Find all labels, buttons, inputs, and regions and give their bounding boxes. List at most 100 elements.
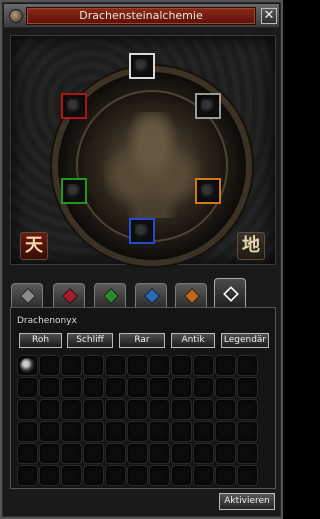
inventory-slot[interactable] — [105, 377, 126, 398]
orange-socket[interactable] — [195, 178, 221, 204]
inventory-slot[interactable] — [237, 443, 258, 464]
close-button[interactable]: ✕ — [261, 8, 277, 24]
inventory-slot[interactable] — [83, 399, 104, 420]
inventory-slot[interactable] — [237, 377, 258, 398]
inventory-slot[interactable] — [237, 399, 258, 420]
inventory-slot[interactable] — [215, 421, 236, 442]
inventory-slot[interactable] — [83, 465, 104, 486]
inventory-slot[interactable] — [171, 421, 192, 442]
inventory-slot[interactable] — [149, 355, 170, 376]
inventory-slot[interactable] — [105, 421, 126, 442]
grade-button-antik[interactable]: Antik — [171, 333, 215, 348]
inventory-slot[interactable] — [193, 443, 214, 464]
earth-seal-icon[interactable]: 地 — [237, 232, 265, 260]
inventory-slot[interactable] — [237, 355, 258, 376]
ruby-gem-icon — [62, 288, 78, 304]
inventory-slot[interactable] — [61, 377, 82, 398]
inventory-slot[interactable] — [193, 465, 214, 486]
inventory-slot[interactable] — [237, 421, 258, 442]
inventory-slot[interactable] — [193, 399, 214, 420]
inventory-slot[interactable] — [39, 465, 60, 486]
inventory-slot[interactable] — [215, 377, 236, 398]
tab-onyx[interactable] — [214, 278, 246, 308]
grade-button-legendaer[interactable]: Legendär — [221, 333, 269, 348]
grade-button-schliff[interactable]: Schliff — [67, 333, 113, 348]
window-title: Drachensteinalchemie — [26, 7, 256, 25]
inventory-slot[interactable] — [127, 399, 148, 420]
inventory-slot[interactable] — [39, 399, 60, 420]
inventory-slot[interactable] — [17, 421, 38, 442]
inventory-slot[interactable] — [171, 465, 192, 486]
title-bar[interactable]: Drachensteinalchemie ✕ — [4, 4, 279, 28]
tab-jade[interactable] — [94, 283, 126, 307]
inventory-slot[interactable] — [39, 355, 60, 376]
activate-button[interactable]: Aktivieren — [219, 493, 275, 510]
inventory-slot[interactable] — [83, 421, 104, 442]
tab-ruby[interactable] — [53, 283, 85, 307]
tab-diamond[interactable] — [11, 283, 43, 307]
inventory-slot[interactable] — [149, 399, 170, 420]
green-socket[interactable] — [61, 178, 87, 204]
inventory-slot[interactable] — [61, 421, 82, 442]
dragon-relief-icon — [104, 112, 200, 218]
garnet-gem-icon — [184, 288, 200, 304]
inventory-slot[interactable] — [215, 465, 236, 486]
inventory-slot[interactable] — [105, 399, 126, 420]
white-socket[interactable] — [129, 53, 155, 79]
inventory-slot[interactable] — [17, 377, 38, 398]
dragon-stone-alchemy-window: Drachensteinalchemie ✕ 天 地 Drachenonyx R… — [0, 0, 283, 519]
sky-seal-icon[interactable]: 天 — [20, 232, 48, 260]
onyx-gem-icon — [223, 286, 239, 302]
inventory-slot[interactable] — [215, 399, 236, 420]
inventory-slot[interactable] — [39, 421, 60, 442]
inventory-slot[interactable] — [105, 355, 126, 376]
grade-button-roh[interactable]: Roh — [19, 333, 62, 348]
inventory-slot[interactable] — [17, 443, 38, 464]
inventory-grid — [17, 355, 258, 486]
inventory-slot[interactable] — [61, 465, 82, 486]
inventory-slot[interactable] — [39, 443, 60, 464]
inventory-slot[interactable] — [149, 443, 170, 464]
black-socket[interactable] — [195, 93, 221, 119]
inventory-slot[interactable] — [171, 377, 192, 398]
inventory-slot[interactable] — [127, 443, 148, 464]
inventory-slot[interactable] — [215, 443, 236, 464]
inventory-slot[interactable] — [193, 421, 214, 442]
inventory-slot[interactable] — [149, 465, 170, 486]
inventory-slot[interactable] — [17, 355, 38, 376]
inventory-slot[interactable] — [83, 377, 104, 398]
tab-sapphire[interactable] — [135, 283, 167, 307]
inventory-slot[interactable] — [171, 443, 192, 464]
diamond-gem-icon — [20, 288, 36, 304]
inventory-slot[interactable] — [17, 399, 38, 420]
inventory-slot[interactable] — [171, 399, 192, 420]
window-emblem-icon — [9, 9, 23, 23]
inventory-slot[interactable] — [237, 465, 258, 486]
jade-gem-icon — [103, 288, 119, 304]
inventory-slot[interactable] — [61, 355, 82, 376]
inventory-slot[interactable] — [17, 465, 38, 486]
grade-button-rar[interactable]: Rar — [119, 333, 165, 348]
inventory-slot[interactable] — [193, 377, 214, 398]
inventory-slot[interactable] — [105, 443, 126, 464]
inventory-slot[interactable] — [171, 355, 192, 376]
panel-subtitle: Drachenonyx — [17, 316, 77, 326]
tab-garnet[interactable] — [175, 283, 207, 307]
red-socket[interactable] — [61, 93, 87, 119]
inventory-slot[interactable] — [61, 399, 82, 420]
onyx-stone-icon — [20, 358, 35, 373]
inventory-slot[interactable] — [127, 421, 148, 442]
inventory-slot[interactable] — [127, 465, 148, 486]
inventory-slot[interactable] — [39, 377, 60, 398]
inventory-slot[interactable] — [193, 355, 214, 376]
inventory-slot[interactable] — [149, 377, 170, 398]
blue-socket[interactable] — [129, 218, 155, 244]
inventory-slot[interactable] — [105, 465, 126, 486]
inventory-slot[interactable] — [215, 355, 236, 376]
inventory-slot[interactable] — [61, 443, 82, 464]
inventory-slot[interactable] — [83, 355, 104, 376]
inventory-slot[interactable] — [127, 355, 148, 376]
inventory-slot[interactable] — [149, 421, 170, 442]
inventory-slot[interactable] — [83, 443, 104, 464]
inventory-slot[interactable] — [127, 377, 148, 398]
